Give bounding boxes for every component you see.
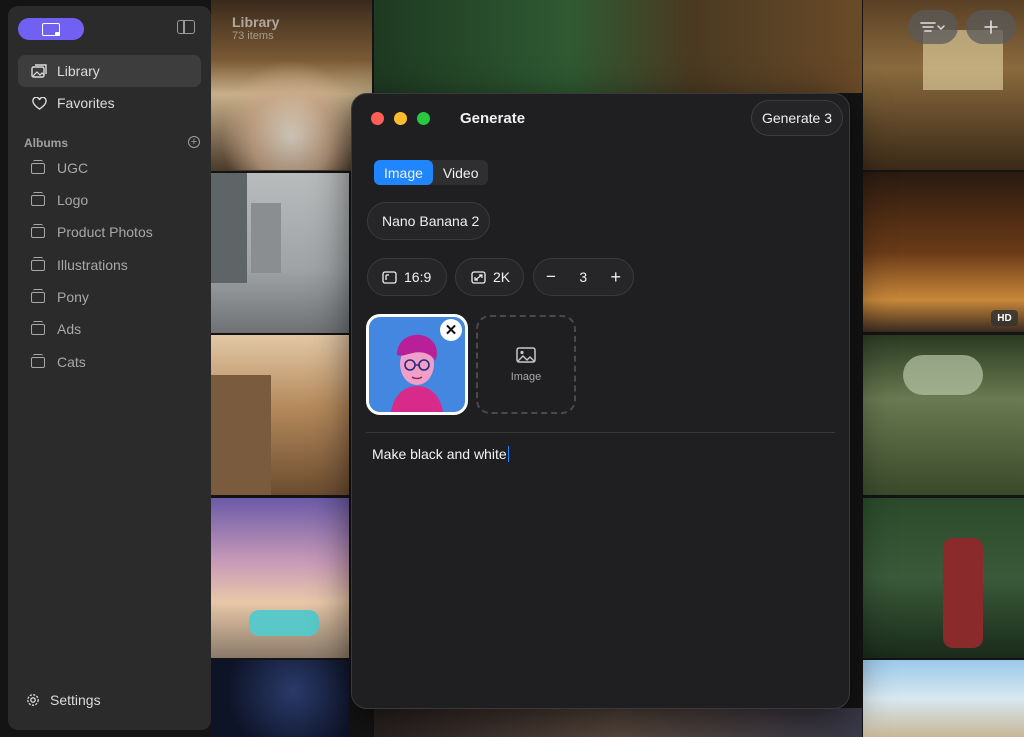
text-cursor: [507, 446, 510, 462]
album-label: Illustrations: [57, 257, 128, 273]
window-minimize-button[interactable]: [394, 112, 407, 125]
settings-button[interactable]: Settings: [26, 692, 101, 708]
album-label: Cats: [57, 354, 86, 370]
resolution-button[interactable]: 2K: [455, 258, 524, 296]
album-item-product-photos[interactable]: Product Photos: [18, 217, 201, 247]
screen-icon: [42, 22, 60, 36]
prompt-textarea[interactable]: Make black and white: [372, 446, 510, 462]
heart-icon: [31, 95, 47, 111]
sidebar-item-label: Library: [57, 63, 100, 79]
album-stack-icon: [31, 160, 47, 175]
album-stack-icon: [31, 289, 47, 304]
album-item-pony[interactable]: Pony: [18, 282, 201, 312]
remove-image-button[interactable]: ✕: [440, 319, 462, 341]
sort-filter-button[interactable]: [908, 10, 958, 44]
count-value: 3: [579, 269, 588, 285]
album-item-ugc[interactable]: UGC: [18, 153, 201, 183]
app-window: Library 73 items HD Library Favorites Al…: [0, 0, 1024, 737]
album-label: UGC: [57, 160, 89, 176]
resolution-label: 2K: [493, 269, 511, 285]
album-stack-icon: [31, 321, 47, 336]
aspect-ratio-button[interactable]: 16:9: [367, 258, 447, 296]
image-icon: [516, 346, 536, 363]
window-close-button[interactable]: [371, 112, 384, 125]
window-zoom-button[interactable]: [417, 112, 430, 125]
sidebar-collapse-icon[interactable]: [177, 20, 195, 34]
add-album-icon[interactable]: +: [188, 136, 200, 148]
photo-tile[interactable]: [374, 708, 862, 737]
add-image-dropzone[interactable]: Image: [476, 315, 576, 414]
album-item-ads[interactable]: Ads: [18, 314, 201, 344]
tab-video[interactable]: Video: [433, 160, 489, 185]
settings-label: Settings: [50, 692, 101, 708]
decrement-button[interactable]: −: [546, 267, 556, 287]
albums-section-label: Albums: [24, 136, 69, 150]
album-stack-icon: [31, 224, 47, 239]
photo-tile[interactable]: [863, 498, 1024, 658]
sidebar: Library Favorites Albums + UGC Logo Prod…: [8, 6, 211, 730]
album-item-cats[interactable]: Cats: [18, 347, 201, 377]
album-stack-icon: [31, 192, 47, 207]
aspect-ratio-label: 16:9: [404, 269, 432, 285]
plus-icon: [984, 20, 998, 34]
photo-tile[interactable]: [863, 172, 1024, 332]
sidebar-item-library[interactable]: Library: [18, 55, 201, 87]
panel-title: Generate: [460, 110, 526, 127]
add-button[interactable]: [966, 10, 1016, 44]
model-selector[interactable]: Nano Banana 2: [367, 202, 490, 240]
generate-button[interactable]: Generate 3: [750, 100, 843, 136]
aspect-ratio-icon: [382, 270, 397, 284]
library-title: Library: [232, 14, 280, 30]
album-stack-icon: [31, 257, 47, 272]
count-stepper: − 3 +: [533, 258, 634, 296]
generate-panel: Generate Generate 3 Image Video Nano Ban…: [351, 93, 850, 709]
photo-tile[interactable]: [211, 173, 349, 333]
photo-tile[interactable]: [863, 335, 1024, 495]
hd-badge: HD: [991, 310, 1018, 326]
album-label: Product Photos: [57, 224, 153, 240]
album-label: Ads: [57, 321, 82, 337]
gear-icon: [27, 694, 39, 706]
album-item-illustrations[interactable]: Illustrations: [18, 250, 201, 280]
media-type-segmented-control: Image Video: [374, 160, 489, 185]
album-stack-icon: [31, 354, 47, 369]
model-label: Nano Banana 2: [382, 213, 480, 229]
photo-tile[interactable]: [211, 498, 349, 658]
photo-tile[interactable]: [211, 660, 349, 737]
tab-image[interactable]: Image: [374, 160, 433, 185]
increment-button[interactable]: +: [610, 267, 621, 288]
photo-tile[interactable]: [863, 660, 1024, 737]
prompt-text: Make black and white: [372, 446, 507, 462]
resize-icon: [471, 270, 486, 284]
album-label: Pony: [57, 289, 89, 305]
sidebar-item-favorites[interactable]: Favorites: [18, 87, 201, 119]
album-label: Logo: [57, 192, 89, 208]
photo-tile[interactable]: [374, 0, 862, 93]
library-item-count: 73 items: [232, 30, 274, 42]
divider: [366, 432, 835, 433]
photo-library-icon: [31, 63, 47, 79]
sidebar-mode-button[interactable]: [18, 18, 84, 40]
add-image-label: Image: [510, 370, 542, 383]
sort-lines-icon: [920, 22, 945, 32]
album-item-logo[interactable]: Logo: [18, 185, 201, 215]
sidebar-item-label: Favorites: [57, 95, 115, 111]
photo-tile[interactable]: [211, 335, 349, 495]
